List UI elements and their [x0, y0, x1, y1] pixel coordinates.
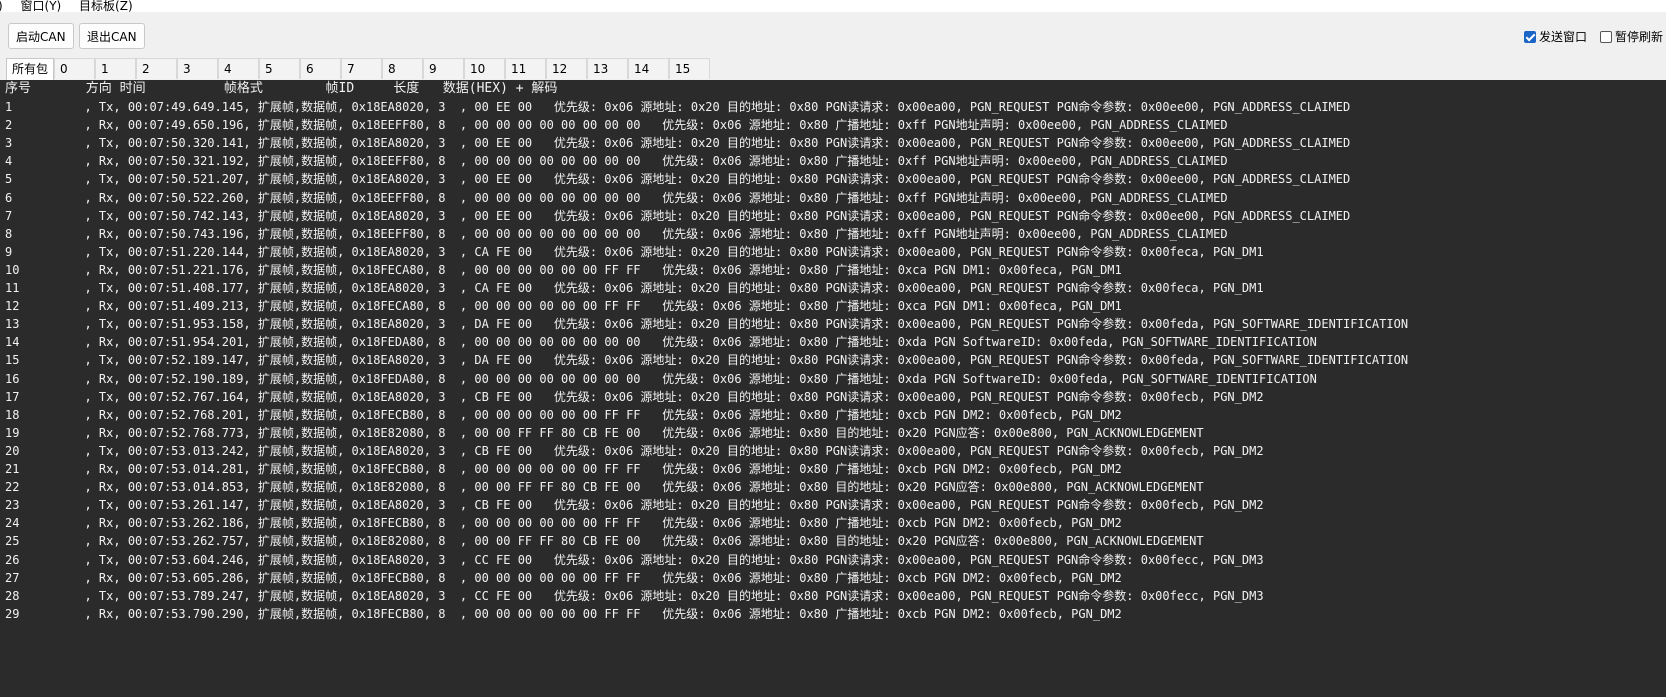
tab-channel-3[interactable]: 3	[177, 58, 218, 79]
log-row: 8 , Rx, 00:07:50.743.196, 扩展帧,数据帧, 0x18E…	[5, 226, 1228, 241]
log-row: 23 , Tx, 00:07:53.261.147, 扩展帧,数据帧, 0x18…	[5, 498, 1264, 513]
toolbar: 启动CAN 退出CAN 发送窗口 暂停刷新	[0, 12, 1666, 58]
log-row: 4 , Rx, 00:07:50.321.192, 扩展帧,数据帧, 0x18E…	[5, 154, 1228, 169]
log-row: 16 , Rx, 00:07:52.190.189, 扩展帧,数据帧, 0x18…	[5, 371, 1317, 386]
log-row: 29 , Rx, 00:07:53.790.290, 扩展帧,数据帧, 0x18…	[5, 606, 1122, 621]
log-row: 25 , Rx, 00:07:53.262.757, 扩展帧,数据帧, 0x18…	[5, 534, 1204, 549]
log-row: 2 , Rx, 00:07:49.650.196, 扩展帧,数据帧, 0x18E…	[5, 118, 1228, 133]
log-row: 15 , Tx, 00:07:52.189.147, 扩展帧,数据帧, 0x18…	[5, 353, 1409, 368]
log-row: 28 , Tx, 00:07:53.789.247, 扩展帧,数据帧, 0x18…	[5, 588, 1264, 603]
tab-channel-1[interactable]: 1	[95, 58, 136, 79]
tab-channel-15[interactable]: 15	[669, 58, 710, 79]
menu-target-board[interactable]: 目标板(Z)	[79, 0, 133, 12]
checkbox-unchecked-icon[interactable]	[1600, 31, 1612, 43]
tab-channel-6[interactable]: 6	[300, 58, 341, 79]
menu-window[interactable]: 窗口(Y)	[21, 0, 62, 12]
log-row: 3 , Tx, 00:07:50.320.141, 扩展帧,数据帧, 0x18E…	[5, 136, 1351, 151]
log-row: 6 , Rx, 00:07:50.522.260, 扩展帧,数据帧, 0x18E…	[5, 190, 1228, 205]
log-row: 19 , Rx, 00:07:52.768.773, 扩展帧,数据帧, 0x18…	[5, 425, 1204, 440]
log-row: 21 , Rx, 00:07:53.014.281, 扩展帧,数据帧, 0x18…	[5, 462, 1122, 476]
tab-channel-10[interactable]: 10	[464, 58, 505, 79]
log-row: 12 , Rx, 00:07:51.409.213, 扩展帧,数据帧, 0x18…	[5, 299, 1122, 314]
checkbox-checked-icon[interactable]	[1524, 31, 1536, 43]
log-row: 26 , Tx, 00:07:53.604.246, 扩展帧,数据帧, 0x18…	[5, 552, 1264, 567]
log-row: 7 , Tx, 00:07:50.742.143, 扩展帧,数据帧, 0x18E…	[5, 208, 1351, 223]
channel-tab-bar: 所有包 0 1 2 3 4 5 6 7 8 9 10 11 12 13 14 15	[0, 58, 1666, 80]
pause-refresh-label: 暂停刷新	[1615, 30, 1664, 44]
log-row: 18 , Rx, 00:07:52.768.201, 扩展帧,数据帧, 0x18…	[5, 407, 1122, 422]
log-row: 20 , Tx, 00:07:53.013.242, 扩展帧,数据帧, 0x18…	[5, 443, 1264, 458]
start-can-button[interactable]: 启动CAN	[8, 23, 74, 49]
tab-channel-9[interactable]: 9	[423, 58, 464, 79]
log-row: 5 , Tx, 00:07:50.521.207, 扩展帧,数据帧, 0x18E…	[5, 172, 1351, 187]
log-row: 13 , Tx, 00:07:51.953.158, 扩展帧,数据帧, 0x18…	[5, 317, 1409, 332]
log-row: 24 , Rx, 00:07:53.262.186, 扩展帧,数据帧, 0x18…	[5, 516, 1122, 531]
tab-all-packets[interactable]: 所有包	[6, 58, 54, 80]
send-window-label: 发送窗口	[1539, 30, 1588, 44]
log-row: 1 , Tx, 00:07:49.649.145, 扩展帧,数据帧, 0x18E…	[5, 100, 1351, 114]
log-row: 9 , Tx, 00:07:51.220.144, 扩展帧,数据帧, 0x18E…	[5, 244, 1264, 259]
tab-channel-14[interactable]: 14	[628, 58, 669, 79]
exit-can-button[interactable]: 退出CAN	[79, 23, 145, 49]
console-header: 序号 方向 时间 帧格式 帧ID 长度 数据(HEX) + 解码	[5, 81, 558, 96]
log-row: 11 , Tx, 00:07:51.408.177, 扩展帧,数据帧, 0x18…	[5, 281, 1264, 295]
send-window-checkbox[interactable]: 发送窗口	[1524, 30, 1587, 44]
log-row: 14 , Rx, 00:07:51.954.201, 扩展帧,数据帧, 0x18…	[5, 335, 1317, 350]
tab-channel-0[interactable]: 0	[54, 58, 95, 79]
tab-channel-8[interactable]: 8	[382, 58, 423, 79]
menu-bar: ) 窗口(Y) 目标板(Z)	[0, 0, 1666, 12]
log-row: 27 , Rx, 00:07:53.605.286, 扩展帧,数据帧, 0x18…	[5, 570, 1122, 585]
tab-channel-4[interactable]: 4	[218, 58, 259, 79]
can-log-console[interactable]: 序号 方向 时间 帧格式 帧ID 长度 数据(HEX) + 解码 1 , Tx,…	[0, 80, 1666, 697]
menu-lead-fragment: )	[0, 0, 3, 12]
tab-channel-5[interactable]: 5	[259, 58, 300, 79]
log-row: 17 , Tx, 00:07:52.767.164, 扩展帧,数据帧, 0x18…	[5, 389, 1264, 404]
pause-refresh-checkbox[interactable]: 暂停刷新	[1600, 30, 1663, 44]
tab-channel-11[interactable]: 11	[505, 58, 546, 79]
tab-channel-13[interactable]: 13	[587, 58, 628, 79]
tab-channel-2[interactable]: 2	[136, 58, 177, 79]
tab-channel-12[interactable]: 12	[546, 58, 587, 79]
tab-channel-7[interactable]: 7	[341, 58, 382, 79]
log-row: 22 , Rx, 00:07:53.014.853, 扩展帧,数据帧, 0x18…	[5, 480, 1204, 495]
log-row: 10 , Rx, 00:07:51.221.176, 扩展帧,数据帧, 0x18…	[5, 262, 1122, 277]
